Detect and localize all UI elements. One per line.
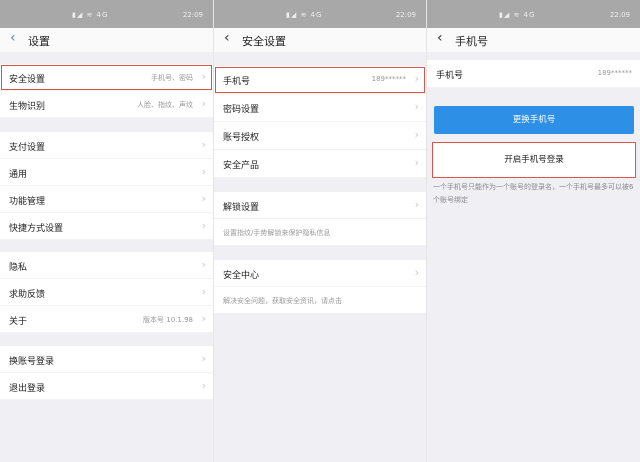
row-value: 手机号、密码 xyxy=(151,74,193,82)
row-label: 快捷方式设置 xyxy=(9,224,64,234)
change-phone-button[interactable]: 更换手机号 xyxy=(434,106,634,134)
chevron-right-icon: › xyxy=(201,312,206,325)
row-password[interactable]: 密码设置 › xyxy=(214,94,426,122)
signal-icon: ▮◢ ≋ 4G xyxy=(499,11,536,19)
phone-info: 手机号 189****** xyxy=(427,60,640,88)
row-security-settings[interactable]: 安全设置 手机号、密码 › xyxy=(0,64,213,91)
unlock-description: 设置指纹/手势解锁来保护隐私信息 xyxy=(223,229,331,237)
row-label: 安全设置 xyxy=(9,75,46,85)
clock: 22:09 xyxy=(395,11,416,19)
chevron-right-icon: › xyxy=(201,70,206,83)
row-label: 生物识别 xyxy=(9,102,46,112)
chevron-right-icon: › xyxy=(201,165,206,178)
row-biometrics[interactable]: 生物识别 人脸、指纹、声纹 › xyxy=(0,91,213,118)
header: ‹ 手机号 xyxy=(427,28,640,52)
row-label: 安全中心 xyxy=(223,271,260,281)
back-icon[interactable]: ‹ xyxy=(437,30,443,46)
chevron-right-icon: › xyxy=(201,379,206,392)
group-credentials: 手机号 189****** › 密码设置 › 账号授权 › 安全产品 › xyxy=(214,66,426,178)
row-label: 功能管理 xyxy=(9,197,46,207)
status-bar: ▮◢ ≋ 4G 22:09 xyxy=(0,0,213,28)
row-value: 人脸、指纹、声纹 xyxy=(137,101,193,109)
settings-screen: ▮◢ ≋ 4G 22:09 ‹ 设置 安全设置 手机号、密码 › 生物识别 人脸、指纹、声… xyxy=(0,0,213,462)
status-bar: ▮◢ ≋ 4G 22:09 xyxy=(214,0,426,28)
chevron-right-icon: › xyxy=(201,192,206,205)
chevron-right-icon: › xyxy=(414,156,419,169)
row-features[interactable]: 功能管理 › xyxy=(0,186,213,213)
page-title: 设置 xyxy=(28,35,50,48)
row-value: 版本号 10.1.98 xyxy=(143,316,193,324)
chevron-right-icon: › xyxy=(414,100,419,113)
back-icon[interactable]: ‹ xyxy=(224,30,230,46)
row-value: 189****** xyxy=(371,75,406,83)
page-title: 手机号 xyxy=(455,35,488,48)
row-value: 189****** xyxy=(597,69,632,77)
signal-icon: ▮◢ ≋ 4G xyxy=(72,11,109,19)
row-security-center[interactable]: 安全中心 › xyxy=(214,260,426,287)
group-unlock: 解锁设置 › 设置指纹/手势解锁来保护隐私信息 xyxy=(214,192,426,245)
row-label: 通用 xyxy=(9,170,28,180)
row-payment[interactable]: 支付设置 › xyxy=(0,132,213,159)
row-label: 手机号 xyxy=(436,71,464,81)
header: ‹ 安全设置 xyxy=(214,28,426,52)
group-logout: 换账号登录 › 退出登录 › xyxy=(0,346,213,400)
group-general: 支付设置 › 通用 › 功能管理 › 快捷方式设置 › xyxy=(0,132,213,240)
row-about[interactable]: 关于 版本号 10.1.98 › xyxy=(0,306,213,333)
row-label: 换账号登录 xyxy=(9,357,55,367)
row-shortcuts[interactable]: 快捷方式设置 › xyxy=(0,213,213,240)
security-screen: ▮◢ ≋ 4G 22:09 ‹ 安全设置 手机号 189****** › 密码设置 › 账… xyxy=(213,0,426,462)
row-unlock[interactable]: 解锁设置 › xyxy=(214,192,426,219)
chevron-right-icon: › xyxy=(414,198,419,211)
chevron-right-icon: › xyxy=(414,72,419,85)
chevron-right-icon: › xyxy=(414,266,419,279)
row-general[interactable]: 通用 › xyxy=(0,159,213,186)
row-authorization[interactable]: 账号授权 › xyxy=(214,122,426,150)
row-feedback[interactable]: 求助反馈 › xyxy=(0,279,213,306)
phone-note: 一个手机号只能作为一个账号的登录名，一个手机号最多可以被6个账号绑定 xyxy=(433,183,634,204)
header: ‹ 设置 xyxy=(0,28,213,52)
group-center: 安全中心 › 解决安全问题，获取安全资讯，请点击 xyxy=(214,260,426,313)
back-icon[interactable]: ‹ xyxy=(10,30,16,46)
clock: 22:09 xyxy=(182,11,203,19)
chevron-right-icon: › xyxy=(414,128,419,141)
row-logout[interactable]: 退出登录 › xyxy=(0,373,213,400)
center-description: 解决安全问题，获取安全资讯，请点击 xyxy=(223,297,342,305)
phone-screen: ▮◢ ≋ 4G 22:09 ‹ 手机号 手机号 189****** 更换手机号 开启手… xyxy=(426,0,640,462)
row-label: 隐私 xyxy=(9,263,28,273)
page-title: 安全设置 xyxy=(242,35,286,48)
group-about: 隐私 › 求助反馈 › 关于 版本号 10.1.98 › xyxy=(0,252,213,333)
chevron-right-icon: › xyxy=(201,97,206,110)
row-label: 关于 xyxy=(9,317,28,327)
row-label: 支付设置 xyxy=(9,143,46,153)
row-label: 求助反馈 xyxy=(9,290,46,300)
chevron-right-icon: › xyxy=(201,258,206,271)
row-phone[interactable]: 手机号 189****** › xyxy=(214,66,426,94)
group-account: 安全设置 手机号、密码 › 生物识别 人脸、指纹、声纹 › xyxy=(0,64,213,118)
row-label: 安全产品 xyxy=(223,161,260,171)
row-label: 退出登录 xyxy=(9,384,46,394)
row-label: 密码设置 xyxy=(223,105,260,115)
row-label: 解锁设置 xyxy=(223,203,260,213)
row-security-products[interactable]: 安全产品 › xyxy=(214,150,426,178)
enable-phone-login-button[interactable]: 开启手机号登录 xyxy=(432,142,636,178)
clock: 22:09 xyxy=(609,11,630,19)
row-label: 手机号 xyxy=(223,77,251,87)
chevron-right-icon: › xyxy=(201,352,206,365)
row-switch-account[interactable]: 换账号登录 › xyxy=(0,346,213,373)
chevron-right-icon: › xyxy=(201,285,206,298)
row-label: 账号授权 xyxy=(223,133,260,143)
chevron-right-icon: › xyxy=(201,138,206,151)
chevron-right-icon: › xyxy=(201,219,206,232)
row-privacy[interactable]: 隐私 › xyxy=(0,252,213,279)
signal-icon: ▮◢ ≋ 4G xyxy=(286,11,323,19)
row-phone: 手机号 189****** xyxy=(427,60,640,88)
status-bar: ▮◢ ≋ 4G 22:09 xyxy=(427,0,640,28)
